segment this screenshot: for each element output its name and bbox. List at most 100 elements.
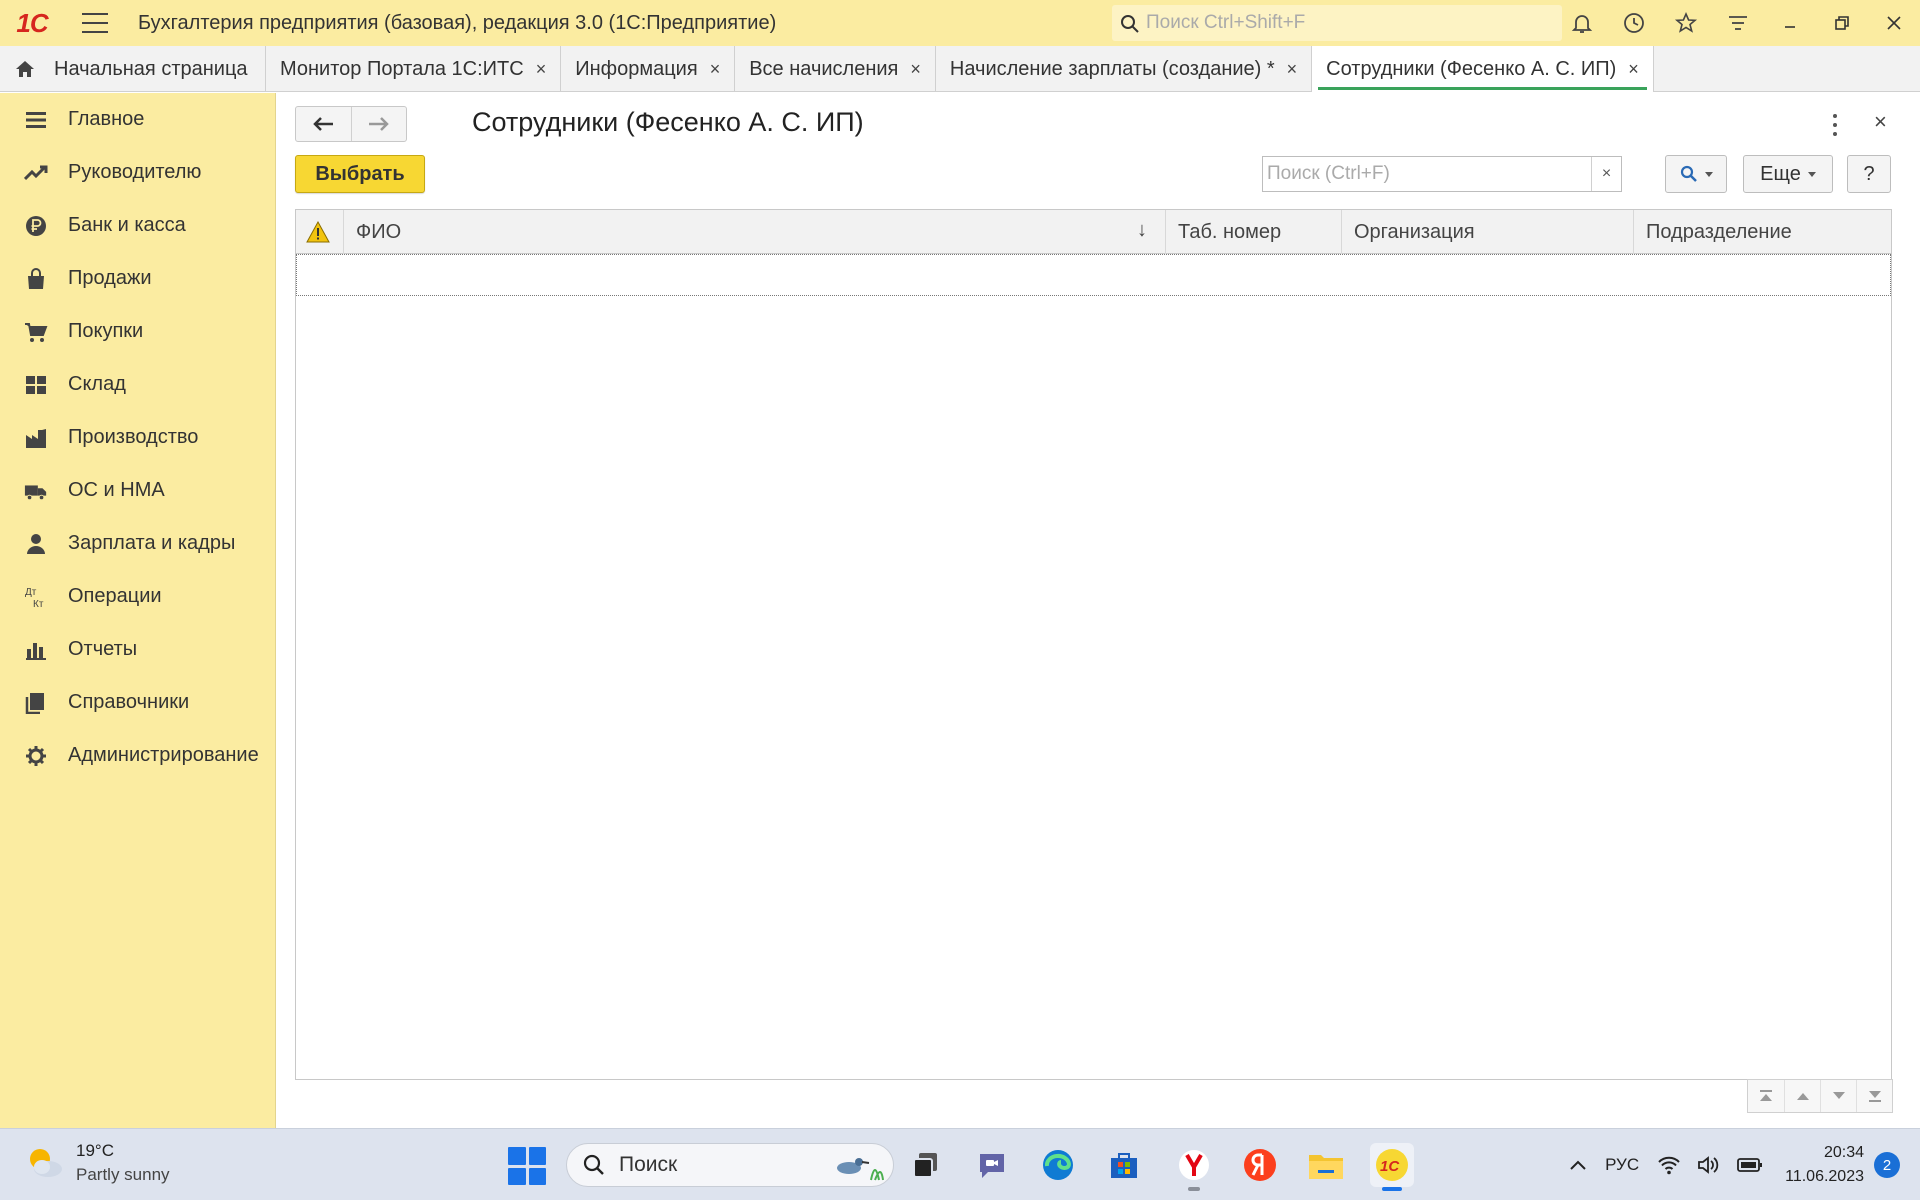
teams-chat-icon[interactable] — [970, 1143, 1014, 1187]
system-tray: РУС 20:34 11.06.2023 2 — [1561, 1129, 1920, 1200]
app-title: Бухгалтерия предприятия (базовая), редак… — [138, 11, 777, 34]
employees-form: Сотрудники (Фесенко А. С. ИП) × Выбрать … — [277, 93, 1920, 1128]
app-logo-1c[interactable]: 1С — [0, 0, 64, 46]
select-button[interactable]: Выбрать — [295, 155, 425, 193]
column-fio[interactable]: ФИО ↓ — [344, 210, 1166, 254]
svg-text:1С: 1С — [1380, 1158, 1400, 1175]
sidebar-item-warehouse[interactable]: Склад — [0, 358, 275, 411]
tab-label: Информация — [575, 57, 698, 80]
chevron-up-icon[interactable] — [1569, 1159, 1587, 1171]
search-options-button[interactable] — [1665, 155, 1727, 193]
tab-close-icon[interactable]: × — [536, 59, 547, 80]
1c-enterprise-taskbar-icon[interactable]: 1С — [1370, 1143, 1414, 1191]
dropdown-caret-icon — [1704, 171, 1713, 177]
sidebar-item-reports[interactable]: Отчеты — [0, 623, 275, 676]
system-clock[interactable]: 20:34 11.06.2023 — [1785, 1141, 1864, 1189]
sidebar-item-manager[interactable]: Руководителю — [0, 146, 275, 199]
scroll-down-icon[interactable] — [1820, 1080, 1856, 1112]
microsoft-store-icon[interactable] — [1102, 1143, 1146, 1187]
volume-icon[interactable] — [1697, 1155, 1721, 1175]
yandex-app-icon[interactable] — [1238, 1143, 1282, 1187]
scroll-up-icon[interactable] — [1784, 1080, 1820, 1112]
shopping-bag-icon — [24, 267, 48, 291]
sidebar-item-label: Банк и касса — [68, 214, 186, 236]
tab-employees[interactable]: Сотрудники (Фесенко А. С. ИП) × — [1312, 46, 1654, 92]
file-explorer-icon[interactable] — [1304, 1143, 1348, 1187]
sidebar-item-operations[interactable]: Дт Кт Операции — [0, 570, 275, 623]
notification-count-badge[interactable]: 2 — [1874, 1152, 1900, 1178]
column-warning[interactable] — [296, 210, 344, 254]
back-button[interactable] — [296, 107, 351, 141]
forward-button[interactable] — [350, 107, 407, 141]
column-department[interactable]: Подразделение — [1634, 210, 1891, 254]
sidebar-item-production[interactable]: Производство — [0, 411, 275, 464]
tab-close-icon[interactable]: × — [910, 59, 921, 80]
sidebar-item-main[interactable]: Главное — [0, 93, 275, 146]
taskbar-search-label: Поиск — [619, 1153, 678, 1176]
minimize-icon[interactable] — [1764, 0, 1816, 46]
cart-icon — [24, 320, 48, 344]
table-row-empty-selected[interactable] — [296, 254, 1891, 296]
tab-close-icon[interactable]: × — [1287, 59, 1298, 80]
global-search-input[interactable]: Поиск Ctrl+Shift+F — [1112, 5, 1562, 41]
settings-menu-icon[interactable] — [1712, 0, 1764, 46]
column-organization[interactable]: Организация — [1342, 210, 1634, 254]
taskbar-search[interactable]: Поиск — [566, 1143, 894, 1187]
ruble-coin-icon — [24, 214, 48, 238]
history-icon[interactable] — [1608, 0, 1660, 46]
favorites-star-icon[interactable] — [1660, 0, 1712, 46]
list-search-input[interactable] — [1263, 157, 1591, 191]
svg-text:Кт: Кт — [33, 599, 44, 609]
battery-icon[interactable] — [1737, 1157, 1763, 1173]
sidebar-item-purchases[interactable]: Покупки — [0, 305, 275, 358]
search-icon — [1121, 15, 1139, 33]
sidebar-item-fixed-assets[interactable]: ОС и НМА — [0, 464, 275, 517]
search-clear-icon[interactable]: × — [1591, 157, 1621, 191]
form-close-icon[interactable]: × — [1874, 109, 1887, 135]
sidebar-item-sales[interactable]: Продажи — [0, 252, 275, 305]
sidebar-item-label: Продажи — [68, 267, 152, 289]
tab-home[interactable]: Начальная страница — [0, 46, 266, 92]
help-button[interactable]: ? — [1847, 155, 1891, 193]
task-view-icon[interactable] — [904, 1143, 948, 1187]
sidebar-item-administration[interactable]: Администрирование — [0, 729, 275, 782]
windows-start-icon[interactable] — [508, 1147, 546, 1185]
restore-icon[interactable] — [1816, 0, 1868, 46]
main-menu-icon[interactable] — [82, 13, 108, 33]
sidebar-item-label: Справочники — [68, 691, 190, 713]
tab-portal-monitor[interactable]: Монитор Портала 1С:ИТС × — [266, 46, 562, 92]
notifications-bell-icon[interactable] — [1556, 0, 1608, 46]
gear-icon — [24, 744, 48, 768]
wifi-icon[interactable] — [1657, 1155, 1681, 1175]
sections-sidebar: Главное Руководителю Банк и касса Продаж… — [0, 93, 276, 1128]
table-header: ФИО ↓ Таб. номер Организация Подразделен… — [296, 210, 1891, 254]
history-nav — [295, 106, 407, 142]
tab-all-accruals[interactable]: Все начисления × — [735, 46, 936, 92]
sidebar-item-label: Администрирование — [68, 744, 259, 766]
running-indicator — [1188, 1187, 1200, 1191]
column-tab-number[interactable]: Таб. номер — [1166, 210, 1342, 254]
yandex-browser-icon[interactable] — [1172, 1143, 1216, 1191]
clock-date: 11.06.2023 — [1785, 1168, 1864, 1185]
scroll-to-top-icon[interactable] — [1748, 1080, 1784, 1112]
weather-widget[interactable]: 19°C Partly sunny — [24, 1139, 170, 1187]
search-highlight-bird-icon — [837, 1158, 884, 1181]
title-bar: 1С Бухгалтерия предприятия (базовая), ре… — [0, 0, 1920, 46]
tab-close-icon[interactable]: × — [710, 59, 721, 80]
more-button[interactable]: Еще — [1743, 155, 1833, 193]
sidebar-item-payroll-hr[interactable]: Зарплата и кадры — [0, 517, 275, 570]
sidebar-item-directories[interactable]: Справочники — [0, 676, 275, 729]
person-icon — [24, 532, 48, 556]
tab-payroll-creation[interactable]: Начисление зарплаты (создание) * × — [936, 46, 1313, 92]
weather-temperature: 19°C — [76, 1141, 114, 1160]
form-menu-kebab-icon[interactable] — [1825, 111, 1845, 139]
input-language[interactable]: РУС — [1605, 1155, 1639, 1175]
sidebar-item-bank[interactable]: Банк и касса — [0, 199, 275, 252]
tab-information[interactable]: Информация × — [561, 46, 736, 92]
edge-browser-icon[interactable] — [1036, 1143, 1080, 1187]
sidebar-item-label: Отчеты — [68, 638, 138, 660]
window-close-icon[interactable] — [1868, 0, 1920, 46]
scroll-to-bottom-icon[interactable] — [1856, 1080, 1892, 1112]
tab-close-icon[interactable]: × — [1628, 59, 1639, 80]
arrow-right-icon — [368, 117, 389, 131]
